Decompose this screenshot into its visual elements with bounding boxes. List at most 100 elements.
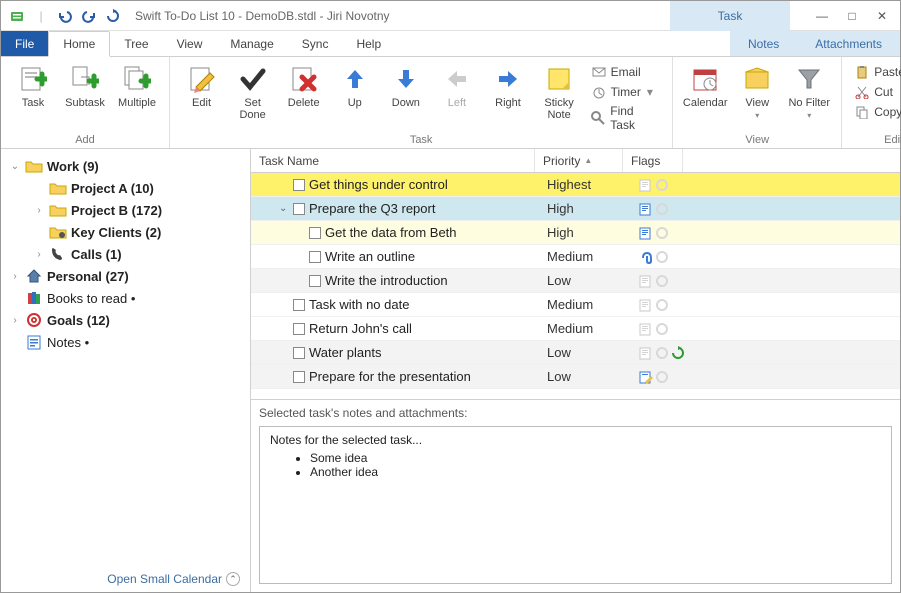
row-checkbox[interactable]: [309, 227, 321, 239]
undo-icon[interactable]: [55, 6, 75, 26]
clock-flag-icon: [655, 178, 669, 192]
ribbon-view[interactable]: View▾: [733, 61, 781, 133]
qat-sep-icon: |: [31, 6, 51, 26]
note-flag-icon: [639, 226, 653, 240]
ribbon-paste[interactable]: Paste: [850, 63, 901, 81]
ribbon-edit[interactable]: Edit: [178, 61, 225, 133]
tree-item-icon: [49, 202, 67, 218]
tree-item[interactable]: Key Clients (2): [5, 221, 246, 243]
tree-item[interactable]: ›Calls (1): [5, 243, 246, 265]
tree-item[interactable]: ›Personal (27): [5, 265, 246, 287]
row-checkbox[interactable]: [309, 251, 321, 263]
clock-flag-icon: [655, 370, 669, 384]
row-checkbox[interactable]: [293, 371, 305, 383]
tab-notes[interactable]: Notes: [730, 31, 797, 56]
note-flag-icon: [639, 178, 653, 192]
ribbon-right[interactable]: Right: [484, 61, 531, 133]
tree-item[interactable]: › Goals (12): [5, 309, 246, 331]
tab-attachments[interactable]: Attachments: [797, 31, 900, 56]
tree-item[interactable]: Books to read •: [5, 287, 246, 309]
tree-item-label: Project A (10): [71, 181, 154, 196]
note-flag-icon: [639, 274, 653, 288]
tree-item[interactable]: ⌄Work (9): [5, 155, 246, 177]
task-row[interactable]: Get things under controlHighest: [251, 173, 900, 197]
ribbon-timer[interactable]: Timer▾: [587, 83, 665, 101]
tree-item-label: Project B (172): [71, 203, 162, 218]
task-row[interactable]: Task with no dateMedium: [251, 293, 900, 317]
ribbon-copy[interactable]: Copy: [850, 103, 901, 121]
ribbon-delete[interactable]: Delete: [280, 61, 327, 133]
tree-item-icon: [25, 334, 43, 350]
ribbon-email[interactable]: Email: [587, 63, 665, 81]
row-priority: High: [547, 201, 635, 216]
recur-icon: [671, 346, 685, 360]
maximize-icon[interactable]: □: [844, 9, 860, 23]
task-row[interactable]: Write the introductionLow: [251, 269, 900, 293]
file-menu[interactable]: File: [1, 31, 48, 56]
row-name: Prepare the Q3 report: [309, 201, 435, 216]
col-task-name[interactable]: Task Name: [251, 149, 535, 172]
clock-flag-icon: [655, 322, 669, 336]
note-flag-icon: [639, 250, 653, 264]
task-row[interactable]: Get the data from BethHigh: [251, 221, 900, 245]
tab-view[interactable]: View: [163, 31, 217, 56]
col-priority[interactable]: Priority▲: [535, 149, 623, 172]
expander-icon[interactable]: ›: [33, 249, 45, 260]
row-checkbox[interactable]: [293, 299, 305, 311]
tree-item-label: Goals (12): [47, 313, 110, 328]
window-title: Swift To-Do List 10 - DemoDB.stdl - Jiri…: [135, 9, 390, 23]
expander-icon[interactable]: ›: [33, 205, 45, 216]
ribbon-group-view-label: View: [681, 133, 833, 146]
ribbon-task[interactable]: Task: [9, 61, 57, 133]
task-row[interactable]: ⌄ Prepare the Q3 report High: [251, 197, 900, 221]
tree-item-icon: [25, 290, 43, 306]
row-expander-icon[interactable]: ⌄: [279, 203, 289, 214]
task-grid[interactable]: Task Name Priority▲ Flags Get things und…: [251, 149, 900, 389]
ribbon-subtask[interactable]: Subtask: [61, 61, 109, 133]
context-tab-task[interactable]: Task: [670, 1, 790, 31]
task-row[interactable]: Return John's callMedium: [251, 317, 900, 341]
task-row[interactable]: Write an outlineMedium: [251, 245, 900, 269]
tab-manage[interactable]: Manage: [216, 31, 287, 56]
task-row[interactable]: Water plants Low: [251, 341, 900, 365]
ribbon-up[interactable]: Up: [331, 61, 378, 133]
row-checkbox[interactable]: [293, 203, 305, 215]
refresh-icon[interactable]: [103, 6, 123, 26]
ribbon-left[interactable]: Left: [433, 61, 480, 133]
task-grid-header[interactable]: Task Name Priority▲ Flags: [251, 149, 900, 173]
task-row[interactable]: Prepare for the presentationLow: [251, 365, 900, 389]
ribbon-find-task[interactable]: Find Task: [587, 103, 665, 133]
redo-icon[interactable]: [79, 6, 99, 26]
tree-item[interactable]: Project A (10): [5, 177, 246, 199]
col-flags[interactable]: Flags: [623, 149, 683, 172]
expander-icon[interactable]: ›: [9, 271, 21, 282]
row-checkbox[interactable]: [309, 275, 321, 287]
ribbon-no-filter[interactable]: No Filter▾: [785, 61, 833, 133]
ribbon-multiple[interactable]: Multiple: [113, 61, 161, 133]
expander-icon[interactable]: ⌄: [9, 161, 21, 172]
row-flags: [639, 274, 699, 288]
minimize-icon[interactable]: —: [814, 9, 830, 23]
ribbon-group-task-label: Task: [178, 133, 664, 146]
ribbon-sticky-note[interactable]: Sticky Note: [536, 61, 583, 133]
tab-help[interactable]: Help: [342, 31, 395, 56]
tab-tree[interactable]: Tree: [110, 31, 162, 56]
ribbon-calendar[interactable]: Calendar: [681, 61, 729, 133]
row-name: Water plants: [309, 345, 382, 360]
ribbon-set-done[interactable]: Set Done: [229, 61, 276, 133]
row-checkbox[interactable]: [293, 323, 305, 335]
ribbon-cut[interactable]: Cut: [850, 83, 901, 101]
row-priority: Low: [547, 345, 635, 360]
expander-icon[interactable]: ›: [9, 315, 21, 326]
tree-item[interactable]: › Project B (172): [5, 199, 246, 221]
tab-sync[interactable]: Sync: [288, 31, 343, 56]
tree-item[interactable]: Notes •: [5, 331, 246, 353]
ribbon-down[interactable]: Down: [382, 61, 429, 133]
open-small-calendar[interactable]: Open Small Calendar ⌃: [1, 566, 250, 592]
tab-home[interactable]: Home: [48, 31, 110, 57]
row-checkbox[interactable]: [293, 347, 305, 359]
row-checkbox[interactable]: [293, 179, 305, 191]
close-icon[interactable]: ✕: [874, 9, 890, 23]
tree[interactable]: ⌄Work (9) Project A (10) › Project B (172) K…: [1, 149, 250, 566]
notes-box[interactable]: Notes for the selected task... Some idea…: [259, 426, 892, 584]
